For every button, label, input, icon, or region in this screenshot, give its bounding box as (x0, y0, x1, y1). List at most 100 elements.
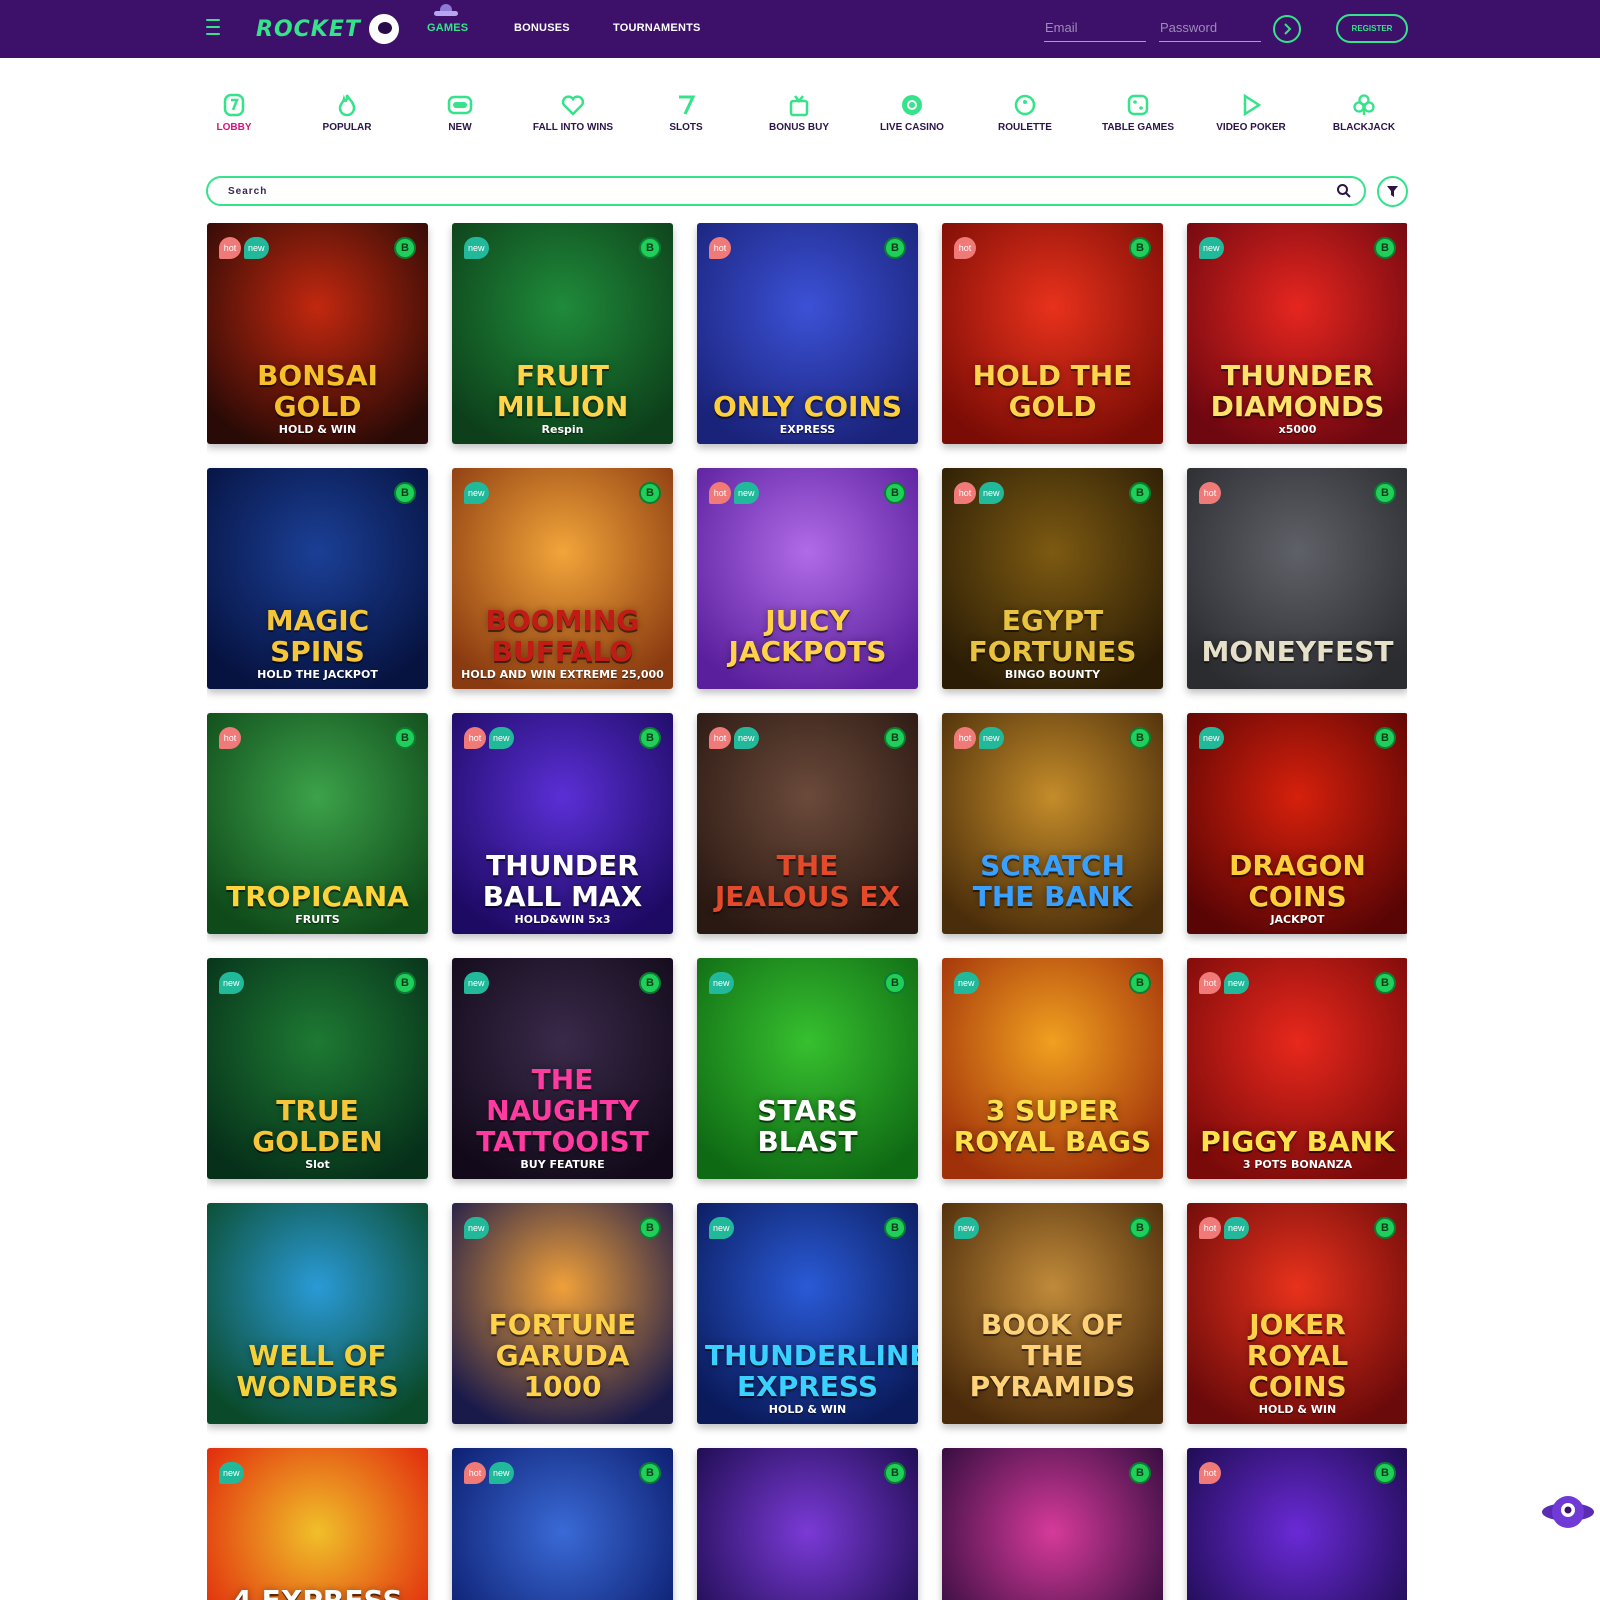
game-tile[interactable]: BLAZINGhotB (1187, 1448, 1407, 1600)
game-title: THUNDER BALL MAX (482, 849, 643, 913)
category-video-poker[interactable]: VIDEO POKER (1201, 88, 1301, 133)
hot-badge: hot (709, 727, 731, 749)
category-new[interactable]: NEW (410, 88, 510, 133)
hot-badge: hot (1199, 1462, 1221, 1484)
game-tile[interactable]: THE JEALOUS EX hot new B (697, 713, 918, 934)
game-subtitle: BINGO BOUNTY (1004, 668, 1101, 681)
game-tile[interactable]: JOKER ROYAL COINS HOLD & WIN hot new B (1187, 1203, 1407, 1424)
category-slots[interactable]: SLOTS (636, 88, 736, 133)
game-subtitle: 3 POTS BONANZA (1242, 1158, 1353, 1171)
game-tile[interactable]: PIGGY BANK 3 POTS BONANZA hot new B (1187, 958, 1407, 1179)
new-badge: new (1199, 727, 1224, 749)
nav-games[interactable]: GAMES (427, 22, 468, 34)
dice-icon (1125, 92, 1151, 118)
hot-badge: hot (464, 1462, 486, 1484)
ufo-icon (434, 4, 458, 18)
nav-bonuses[interactable]: BONUSES (514, 22, 570, 34)
bitcoin-icon: B (1374, 1217, 1396, 1239)
bitcoin-icon: B (1129, 972, 1151, 994)
game-tile[interactable]: THE NAUGHTY TATTOOIST BUY FEATURE new B (452, 958, 673, 1179)
new-badge: new (219, 1462, 244, 1484)
game-tile[interactable]: TRUMP IThotnewB (452, 1448, 673, 1600)
game-badges: hot new (464, 727, 517, 749)
game-title: MAGIC SPINS (265, 604, 370, 668)
game-tile[interactable]: BONSAI GOLD HOLD & WIN hot new B (207, 223, 428, 444)
password-field[interactable]: Password (1159, 16, 1261, 42)
game-title: FORTUNE GARUDA 1000 (488, 1308, 637, 1403)
game-tile[interactable]: STARS BLAST new B (697, 958, 918, 1179)
bitcoin-icon: B (1374, 972, 1396, 994)
game-badges: hot (1199, 482, 1224, 504)
game-tile[interactable]: DRAGON COINS JACKPOT new B (1187, 713, 1407, 934)
game-badges: hot (219, 727, 244, 749)
game-tile[interactable]: FRUIT MILLION Respin new B (452, 223, 673, 444)
hot-badge: hot (709, 237, 731, 259)
category-table-games[interactable]: TABLE GAMES (1088, 88, 1188, 133)
email-field[interactable]: Email (1044, 16, 1146, 42)
category-bonus-buy[interactable]: BONUS BUY (749, 88, 849, 133)
game-tile[interactable]: SCRATCH THE BANK hot new B (942, 713, 1163, 934)
chip-icon (899, 92, 925, 118)
category-fall-into-wins[interactable]: FALL INTO WINS (523, 88, 623, 133)
game-tile[interactable]: WELL OF WONDERS (207, 1203, 428, 1424)
game-subtitle: FRUITS (295, 913, 340, 926)
category-live-casino[interactable]: LIVE CASINO (862, 88, 962, 133)
new-badge: new (489, 1462, 514, 1484)
game-tile[interactable]: MAGIC SPINS HOLD THE JACKPOT B (207, 468, 428, 689)
menu-icon[interactable] (206, 19, 220, 37)
game-tile[interactable]: BOOMING BUFFALO HOLD AND WIN EXTREME 25,0… (452, 468, 673, 689)
game-tile[interactable]: BOOK OF THE PYRAMIDS new B (942, 1203, 1163, 1424)
new-badge: new (954, 972, 979, 994)
register-button[interactable]: REGISTER (1336, 14, 1408, 43)
game-tile[interactable]: JUICY JACKPOTS hot new B (697, 468, 918, 689)
game-tile[interactable]: HOLD THE GOLD hot B (942, 223, 1163, 444)
bitcoin-icon: B (884, 1217, 906, 1239)
game-tile[interactable]: 3 SUPER ROYAL BAGS new B (942, 958, 1163, 1179)
top-navigation-bar: ROCKET GAMES BONUSES TOURNAMENTS Email P… (0, 0, 1600, 58)
category-label: LOBBY (216, 122, 252, 133)
gift-icon (786, 92, 812, 118)
bitcoin-icon: B (1129, 482, 1151, 504)
game-tile[interactable]: TRUE GOLDEN Slot new B (207, 958, 428, 1179)
game-tile[interactable]: TROPICANA FRUITS hot B (207, 713, 428, 934)
game-tile[interactable]: MONEYFEST hot B (1187, 468, 1407, 689)
game-badges: new (219, 1462, 247, 1484)
seven-icon (673, 92, 699, 118)
new-badge: new (244, 237, 269, 259)
game-subtitle: Slot (305, 1158, 330, 1171)
game-tile[interactable]: ONLY COINS EXPRESS hot B (697, 223, 918, 444)
game-title: MONEYFEST (1201, 635, 1394, 668)
game-tile[interactable]: B (942, 1448, 1163, 1600)
search-bar[interactable]: Search (206, 176, 1366, 206)
game-tile[interactable]: THUNDER BALL MAX HOLD&WIN 5x3 hot new B (452, 713, 673, 934)
game-tile[interactable]: EGYPT FORTUNES BINGO BOUNTY hot new B (942, 468, 1163, 689)
category-roulette[interactable]: ROULETTE (975, 88, 1075, 133)
game-badges: new (464, 1217, 492, 1239)
login-submit-button[interactable] (1273, 15, 1301, 43)
nav-tournaments[interactable]: TOURNAMENTS (613, 22, 701, 34)
category-popular[interactable]: POPULAR (297, 88, 397, 133)
new-badge: new (979, 482, 1004, 504)
filter-button[interactable] (1377, 176, 1408, 207)
game-title: EGYPT FORTUNES (968, 604, 1137, 668)
search-input[interactable]: Search (228, 186, 267, 197)
game-tile[interactable]: THUNDERLINE EXPRESS HOLD & WIN new B (697, 1203, 918, 1424)
game-tile[interactable]: FORTUNE GARUDA 1000 new B (452, 1203, 673, 1424)
game-tile[interactable]: THUNDER DIAMONDS x5000 new B (1187, 223, 1407, 444)
category-blackjack[interactable]: BLACKJACK (1314, 88, 1414, 133)
new-badge: new (734, 482, 759, 504)
bitcoin-icon: B (639, 1217, 661, 1239)
game-subtitle: Respin (541, 423, 584, 436)
search-icon[interactable] (1336, 183, 1352, 199)
support-chat-icon[interactable] (1540, 1490, 1596, 1534)
game-title: PIGGY BANK (1200, 1125, 1395, 1158)
category-lobby[interactable]: LOBBY (184, 88, 284, 133)
game-badges: new (464, 972, 492, 994)
game-tile[interactable]: 4 EXPRESS TRAINS new (207, 1448, 428, 1600)
rocket-logo[interactable]: ROCKET (256, 12, 399, 46)
category-label: NEW (448, 122, 472, 133)
game-title: JOKER ROYAL COINS (1246, 1308, 1349, 1403)
new-badge: new (219, 972, 244, 994)
new-badge: new (464, 972, 489, 994)
game-tile[interactable]: B (697, 1448, 918, 1600)
